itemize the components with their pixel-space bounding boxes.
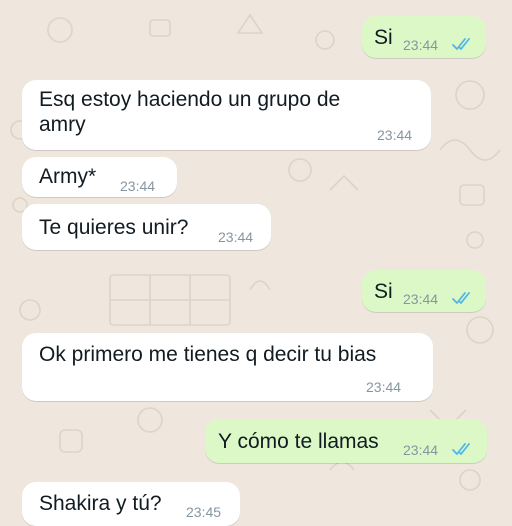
message-bubble-outgoing[interactable]: Y cómo te llamas 23:44 (205, 419, 487, 463)
message-text: Si (374, 280, 393, 303)
message-time: 23:45 (186, 504, 222, 520)
message-time: 23:44 (377, 127, 413, 143)
message-bubble-incoming[interactable]: Shakira y tú? 23:45 (22, 482, 240, 526)
read-double-tick-icon (452, 443, 470, 455)
message-bubble-incoming[interactable]: Te quieres unir? 23:44 (22, 204, 271, 250)
message-text: Shakira y tú? (39, 492, 162, 515)
message-bubble-incoming[interactable]: Army* 23:44 (22, 157, 177, 197)
message-text: Si (374, 26, 393, 49)
message-time: 23:44 (403, 37, 439, 53)
read-double-tick-icon (452, 292, 470, 304)
message-bubble-incoming[interactable]: Ok primero me tienes q decir tu bias 23:… (22, 333, 433, 401)
read-double-tick-icon (452, 38, 470, 50)
message-time: 23:44 (218, 229, 254, 245)
message-bubble-outgoing[interactable]: Si 23:44 (362, 270, 486, 312)
message-time: 23:44 (403, 291, 439, 307)
message-text: Army* (39, 165, 97, 188)
message-bubble-outgoing[interactable]: Si 23:44 (362, 16, 486, 58)
message-bubble-incoming[interactable]: Esq estoy haciendo un grupo de amry 23:4… (22, 80, 431, 150)
message-time: 23:44 (366, 379, 402, 395)
message-text: Ok primero me tienes q decir tu bias (39, 343, 377, 366)
message-text: Te quieres unir? (39, 216, 189, 239)
message-time: 23:44 (120, 178, 156, 194)
message-text-line-2: amry (39, 113, 86, 136)
message-text-line-1: Esq estoy haciendo un grupo de (39, 88, 341, 111)
message-text: Y cómo te llamas (218, 430, 379, 453)
message-time: 23:44 (403, 442, 439, 458)
